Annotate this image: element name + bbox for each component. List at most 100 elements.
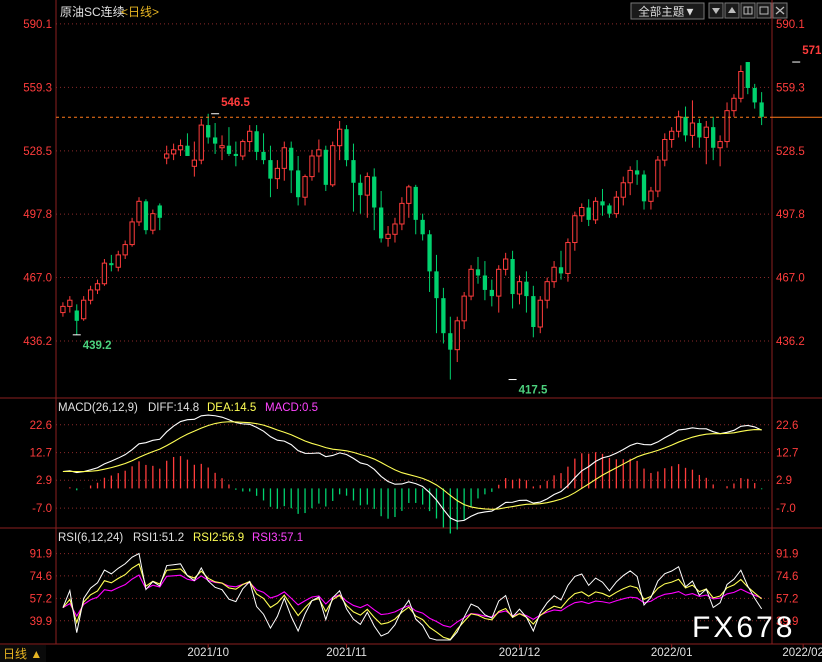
y-tick-label-left: 436.2 [23,336,52,348]
candle-body [268,160,273,179]
candle-body [330,145,336,186]
candle-body [689,122,696,136]
candle-body [516,281,523,295]
y-tick-label-right: 22.6 [776,420,798,432]
y-tick-label-right: 91.9 [776,549,798,561]
candle-body [586,207,591,220]
y-tick-label-left: 12.7 [30,448,52,460]
candle-body [344,129,349,161]
period-label[interactable]: <日线> [121,5,159,19]
candle-body [254,131,259,152]
candle-body [336,128,343,147]
candle-body [448,333,453,350]
candle-body [358,182,363,196]
candle-body [738,71,744,99]
high-price-label: 571.6 [802,45,822,57]
candle-body [434,271,439,299]
theme-button-label: 全部主题▼ [638,5,695,19]
candle-body [101,262,108,285]
candle-body [427,234,432,272]
window-icon[interactable] [756,2,772,19]
candle-body [620,182,626,198]
low-price-label: 439.2 [83,340,112,352]
candle-body [81,299,87,320]
y-tick-label-right: -7.0 [776,503,796,515]
candle-body [143,201,149,231]
y-tick-label-right: 528.5 [776,146,805,158]
candle-body [157,205,162,218]
candle-body [579,207,585,217]
candle-body [544,281,550,301]
candle-body [177,145,184,151]
candle-body [87,289,94,301]
period-button-label: 日线 ▲ [3,647,42,661]
candle-body [323,149,328,185]
y-tick-label-left: 91.9 [30,549,52,561]
candle-body [289,147,294,171]
rsi-legend: RSI(6,12,24) RSI1:51.2 RSI2:56.9 RSI3:57… [58,532,303,544]
background [0,0,822,662]
candle-body [510,259,515,295]
up-arrow-icon[interactable] [724,2,740,19]
candle-body [607,205,612,214]
candle-body [703,126,709,138]
candle-body [724,110,730,143]
y-tick-label-left: -7.0 [32,503,52,515]
high-price-label: 546.5 [221,97,250,109]
macd-params: MACD(26,12,9) [58,402,138,414]
candle-body [261,151,266,161]
y-tick-label-right: 436.2 [776,336,805,348]
candle-body [537,299,543,328]
down-arrow-icon[interactable] [708,2,724,19]
low-price-label: 417.5 [519,385,548,397]
y-tick-label-right: 74.6 [776,571,798,583]
candle-body [675,116,682,132]
y-tick-label-left: 590.1 [23,19,52,31]
candle-body [185,145,190,156]
candle-body [641,174,647,202]
candle-body [648,190,654,202]
y-tick-label-left: 559.3 [23,82,52,94]
candle-body [164,153,170,159]
x-tick-label: 2022/02 [782,647,822,659]
watermark: FX678 [692,611,795,644]
candle-body [600,201,605,206]
candle-body [731,97,737,112]
candle-body [67,299,73,307]
y-tick-label-right: 2.9 [776,475,792,487]
candle-body [206,125,211,138]
candle-body [364,176,370,196]
candle-body [240,141,246,157]
candle-body [170,149,177,155]
diff-value: DIFF:14.8 [148,402,199,414]
y-tick-label-right: 559.3 [776,82,805,94]
x-tick-label: 2022/01 [651,647,693,659]
close-icon[interactable] [772,2,788,19]
candle-body [392,223,398,235]
grid-icon[interactable] [740,2,756,19]
candle-body [655,159,661,192]
candle-body [115,254,121,268]
y-tick-label-left: 2.9 [36,475,52,487]
candle-body [399,202,405,225]
candle-body [752,87,757,103]
y-tick-label-left: 497.8 [23,209,52,221]
candle-body [191,159,198,167]
candle-body [482,275,488,290]
y-tick-label-left: 57.2 [30,593,52,605]
dea-value: DEA:14.5 [207,402,256,414]
candle-body [198,124,204,161]
macd-value: MACD:0.5 [265,402,318,414]
chart-root: 原油SC连续 <日线> 全部主题▼ 590.1 559.3 528.5 497.8 46… [0,0,822,662]
candle-body [489,289,494,297]
candle-body [759,102,764,117]
period-button[interactable]: 日线 ▲ [0,645,46,662]
candle-body [572,215,578,244]
candle-body [669,130,675,141]
y-tick-label-right: 497.8 [776,209,805,221]
candle-body [413,186,418,220]
candle-body [662,139,668,161]
theme-button[interactable]: 全部主题▼ [630,2,705,20]
candle-body [711,127,716,148]
candle-body [503,258,509,270]
